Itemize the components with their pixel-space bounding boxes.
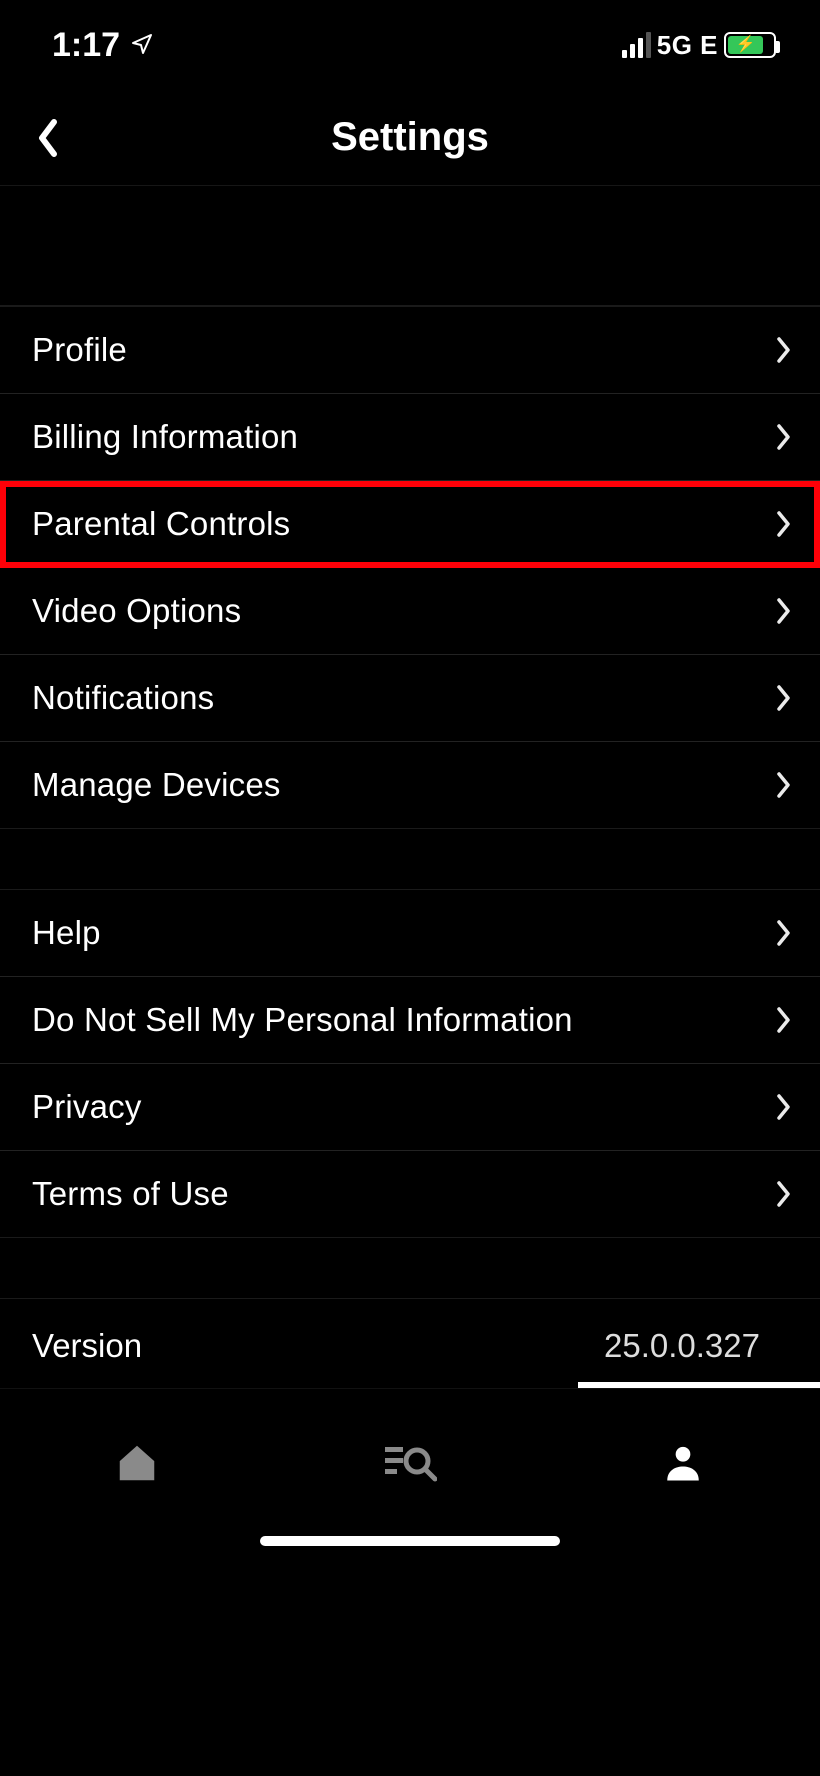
settings-row-label: Notifications	[32, 679, 214, 717]
settings-row-do-not-sell-my-personal-information[interactable]: Do Not Sell My Personal Information	[0, 977, 820, 1064]
settings-row-label: Privacy	[32, 1088, 142, 1126]
battery-icon: ⚡	[724, 32, 776, 58]
tab-bar	[0, 1388, 820, 1536]
version-value: 25.0.0.327	[604, 1327, 760, 1365]
nav-header: Settings	[0, 90, 820, 186]
chevron-right-icon	[776, 336, 792, 364]
settings-row-video-options[interactable]: Video Options	[0, 568, 820, 655]
chevron-right-icon	[776, 1093, 792, 1121]
chevron-right-icon	[776, 423, 792, 451]
settings-row-billing-information[interactable]: Billing Information	[0, 394, 820, 481]
settings-section: Help Do Not Sell My Personal Information P…	[0, 889, 820, 1238]
status-time: 1:17	[52, 26, 120, 65]
version-label: Version	[32, 1327, 142, 1365]
status-left: 1:17	[52, 26, 154, 65]
header-spacer	[0, 186, 820, 306]
settings-row-label: Profile	[32, 331, 127, 369]
chevron-right-icon	[776, 771, 792, 799]
tab-home[interactable]	[0, 1389, 273, 1536]
person-icon	[662, 1442, 704, 1484]
list-search-icon	[383, 1441, 437, 1485]
location-icon	[130, 26, 154, 65]
home-icon	[114, 1440, 160, 1486]
home-indicator[interactable]	[260, 1536, 560, 1546]
tab-browse[interactable]	[273, 1389, 546, 1536]
network-label: 5G E	[657, 30, 718, 61]
back-button[interactable]	[18, 108, 78, 168]
chevron-right-icon	[776, 597, 792, 625]
settings-row-label: Video Options	[32, 592, 241, 630]
settings-row-manage-devices[interactable]: Manage Devices	[0, 742, 820, 829]
page-title: Settings	[331, 115, 489, 160]
settings-row-profile[interactable]: Profile	[0, 307, 820, 394]
settings-row-label: Help	[32, 914, 101, 952]
chevron-right-icon	[776, 919, 792, 947]
settings-row-privacy[interactable]: Privacy	[0, 1064, 820, 1151]
settings-row-label: Parental Controls	[32, 505, 290, 543]
chevron-right-icon	[776, 510, 792, 538]
settings-row-label: Do Not Sell My Personal Information	[32, 1001, 573, 1039]
cellular-signal-icon	[622, 32, 651, 58]
settings-row-help[interactable]: Help	[0, 890, 820, 977]
chevron-right-icon	[776, 684, 792, 712]
version-row: Version 25.0.0.327	[0, 1298, 820, 1393]
settings-section: Profile Billing Information Parental Contr…	[0, 306, 820, 829]
status-right: 5G E ⚡	[622, 30, 776, 61]
footer-gap	[0, 1238, 820, 1298]
chevron-right-icon	[776, 1180, 792, 1208]
status-bar: 1:17 5G E ⚡	[0, 0, 820, 90]
settings-row-label: Manage Devices	[32, 766, 281, 804]
bolt-icon: ⚡	[736, 37, 756, 53]
chevron-left-icon	[34, 116, 62, 160]
tab-account[interactable]	[547, 1389, 820, 1536]
settings-row-parental-controls[interactable]: Parental Controls	[0, 481, 820, 568]
settings-row-label: Billing Information	[32, 418, 298, 456]
settings-row-terms-of-use[interactable]: Terms of Use	[0, 1151, 820, 1238]
settings-row-label: Terms of Use	[32, 1175, 229, 1213]
section-gap	[0, 829, 820, 889]
settings-row-notifications[interactable]: Notifications	[0, 655, 820, 742]
chevron-right-icon	[776, 1006, 792, 1034]
